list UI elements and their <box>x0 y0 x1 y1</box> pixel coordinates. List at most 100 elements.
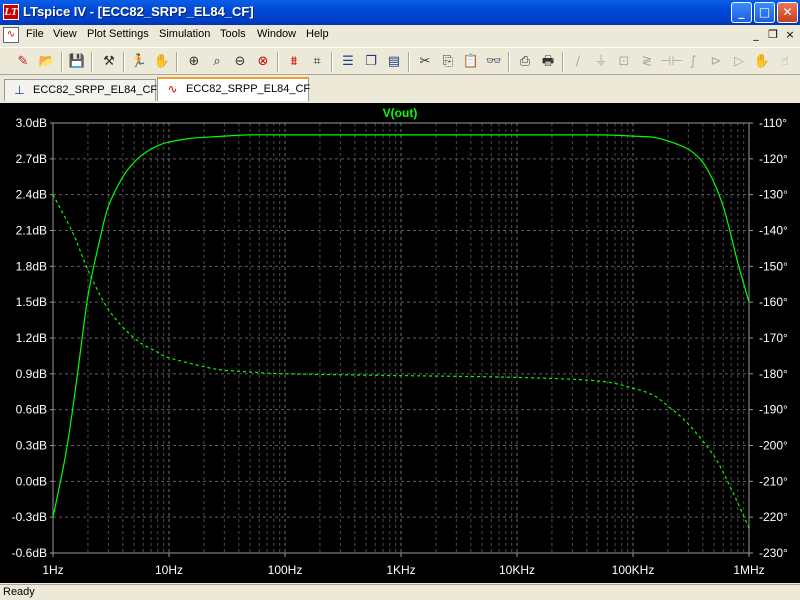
tile-vertical-icon[interactable]: ▤ <box>384 52 404 72</box>
x-tick-label: 1MHz <box>733 563 764 577</box>
y-left-tick-label: -0.6dB <box>12 546 47 560</box>
copy-icon[interactable]: ⎘ <box>438 52 458 72</box>
tile-horizontal-icon[interactable]: ☰ <box>338 52 358 72</box>
trace-label-vout[interactable]: V(out) <box>383 106 418 120</box>
toolbar-separator <box>176 52 178 72</box>
y-right-tick-label: -210° <box>759 474 788 488</box>
x-tick-label: 10Hz <box>155 563 183 577</box>
y-right-tick-label: -110° <box>759 116 787 130</box>
bode-plot[interactable]: V(out) 3.0dB 2.7dB 2.4dB 2.1dB 1.8dB 1.5dB 1.2… <box>0 103 800 583</box>
cascade-windows-icon[interactable]: ❐ <box>361 52 381 72</box>
zoom-fit-icon[interactable]: ⊗ <box>253 52 273 72</box>
y-left-tick-label: 3.0dB <box>16 116 47 130</box>
minimize-button[interactable]: _ <box>731 2 752 23</box>
print-icon[interactable]: 🖶 <box>538 52 558 72</box>
y-left-tick-label: 1.5dB <box>16 295 47 309</box>
waveform-icon: ∿ <box>167 82 178 96</box>
wire-icon[interactable]: ∕ <box>568 52 588 72</box>
y-right-tick-label: -190° <box>759 403 788 417</box>
x-tick-label: 100Hz <box>268 563 303 577</box>
window-title: LTspice IV - [ECC82_SRPP_EL84_CF] <box>23 4 254 19</box>
menu-simulation[interactable]: Simulation <box>159 28 210 40</box>
mdi-restore-button[interactable]: ❐ <box>766 28 780 42</box>
toolbar-separator <box>123 52 125 72</box>
status-bar: Ready <box>0 584 800 600</box>
tab-waveform[interactable]: ∿ ECC82_SRPP_EL84_CF <box>157 77 311 101</box>
y-right-tick-label: -170° <box>759 331 788 345</box>
grid-icon[interactable]: ⌗ <box>307 52 327 72</box>
save-icon[interactable]: 💾 <box>67 52 87 72</box>
x-tick-label: 1Hz <box>42 563 63 577</box>
diode-icon[interactable]: ⊳ <box>706 52 726 72</box>
toolbar-separator <box>277 52 279 72</box>
toolbar-separator <box>331 52 333 72</box>
ground-icon[interactable]: ⏚ <box>591 52 611 72</box>
mdi-close-button[interactable]: × <box>783 28 797 42</box>
open-folder-icon[interactable]: 📂 <box>37 52 57 72</box>
close-button[interactable]: ✕ <box>777 2 798 23</box>
y-right-tick-label: -130° <box>759 188 788 202</box>
y-right-tick-label: -160° <box>759 295 788 309</box>
toolbar-separator <box>562 52 564 72</box>
y-right-tick-label: -220° <box>759 510 788 524</box>
x-tick-label: 1KHz <box>386 563 415 577</box>
menu-plot-settings[interactable]: Plot Settings <box>87 28 149 40</box>
print-preview-icon[interactable]: ⎙ <box>515 52 535 72</box>
control-panel-hammer-icon[interactable]: ⚒ <box>99 52 119 72</box>
maximize-button[interactable]: □ <box>754 2 775 23</box>
axis-ticks: 3.0dB 2.7dB 2.4dB 2.1dB 1.8dB 1.5dB 1.2dB 0.9dB… <box>12 116 788 577</box>
zoom-in-icon[interactable]: ⊕ <box>184 52 204 72</box>
toolbar-separator <box>408 52 410 72</box>
menu-bar: ∿ File View Plot Settings Simulation Too… <box>0 25 800 46</box>
toolbar-separator <box>61 52 63 72</box>
menu-help[interactable]: Help <box>306 28 329 40</box>
open-schematic-icon[interactable]: ✎ <box>13 52 33 72</box>
y-left-tick-label: 2.4dB <box>16 188 47 202</box>
zoom-pan-icon[interactable]: ⌕ <box>207 52 227 72</box>
y-left-tick-label: 1.8dB <box>16 259 47 273</box>
autorange-icon[interactable]: ⩩ <box>284 52 304 72</box>
status-text: Ready <box>3 586 35 598</box>
y-left-tick-label: 0.9dB <box>16 367 47 381</box>
y-right-tick-label: -230° <box>759 546 788 560</box>
y-left-tick-label: -0.3dB <box>12 510 47 524</box>
mdi-minimize-button[interactable]: _ <box>749 28 763 42</box>
document-icon[interactable]: ∿ <box>3 27 19 43</box>
move-hand-icon[interactable]: ✋ <box>752 52 772 72</box>
y-right-tick-label: -180° <box>759 367 788 381</box>
halt-hand-icon[interactable]: ✋ <box>152 52 172 72</box>
document-tabs: ⊥ ECC82_SRPP_EL84_CF ∿ ECC82_SRPP_EL84_C… <box>0 76 800 103</box>
tab-label: ECC82_SRPP_EL84_CF <box>186 83 311 95</box>
drag-hand-icon[interactable]: ☝ <box>775 52 795 72</box>
resistor-icon[interactable]: ≷ <box>637 52 657 72</box>
y-left-tick-label: 0.6dB <box>16 403 47 417</box>
menu-window[interactable]: Window <box>257 28 296 40</box>
toolbar: ✎ 📂 💾 ⚒ 🏃 ✋ ⊕ ⌕ ⊖ ⊗ ⩩ ⌗ ☰ ❐ ▤ ✂ ⎘ 📋 👓 ⎙ … <box>0 47 800 75</box>
label-net-icon[interactable]: ⊡ <box>614 52 634 72</box>
y-left-tick-label: 2.7dB <box>16 152 47 166</box>
find-binoculars-icon[interactable]: 👓 <box>484 52 504 72</box>
menu-file[interactable]: File <box>26 28 44 40</box>
component-icon[interactable]: ▷ <box>729 52 749 72</box>
schematic-icon: ⊥ <box>14 83 25 97</box>
waveform-plot[interactable]: V(out) 3.0dB 2.7dB 2.4dB 2.1dB 1.8dB 1.5dB 1.2… <box>0 103 800 583</box>
y-right-tick-label: -120° <box>759 152 788 166</box>
tab-label: ECC82_SRPP_EL84_CF <box>33 84 158 96</box>
ltspice-app-icon[interactable]: LT <box>3 4 19 20</box>
menu-tools[interactable]: Tools <box>220 28 246 40</box>
run-simulation-icon[interactable]: 🏃 <box>129 52 149 72</box>
tab-schematic[interactable]: ⊥ ECC82_SRPP_EL84_CF <box>4 79 158 101</box>
y-right-tick-label: -140° <box>759 224 788 238</box>
title-bar: LT LTspice IV - [ECC82_SRPP_EL84_CF] _ □… <box>0 0 800 25</box>
capacitor-icon[interactable]: ⊣⊢ <box>660 52 683 72</box>
toolbar-separator <box>508 52 510 72</box>
menu-view[interactable]: View <box>53 28 77 40</box>
paste-icon[interactable]: 📋 <box>461 52 481 72</box>
zoom-out-icon[interactable]: ⊖ <box>230 52 250 72</box>
inductor-icon[interactable]: ∫ <box>683 52 703 72</box>
y-left-tick-label: 1.2dB <box>16 331 47 345</box>
x-tick-label: 10KHz <box>499 563 535 577</box>
plot-grid <box>53 123 749 553</box>
y-left-tick-label: 0.3dB <box>16 439 47 453</box>
cut-icon[interactable]: ✂ <box>415 52 435 72</box>
